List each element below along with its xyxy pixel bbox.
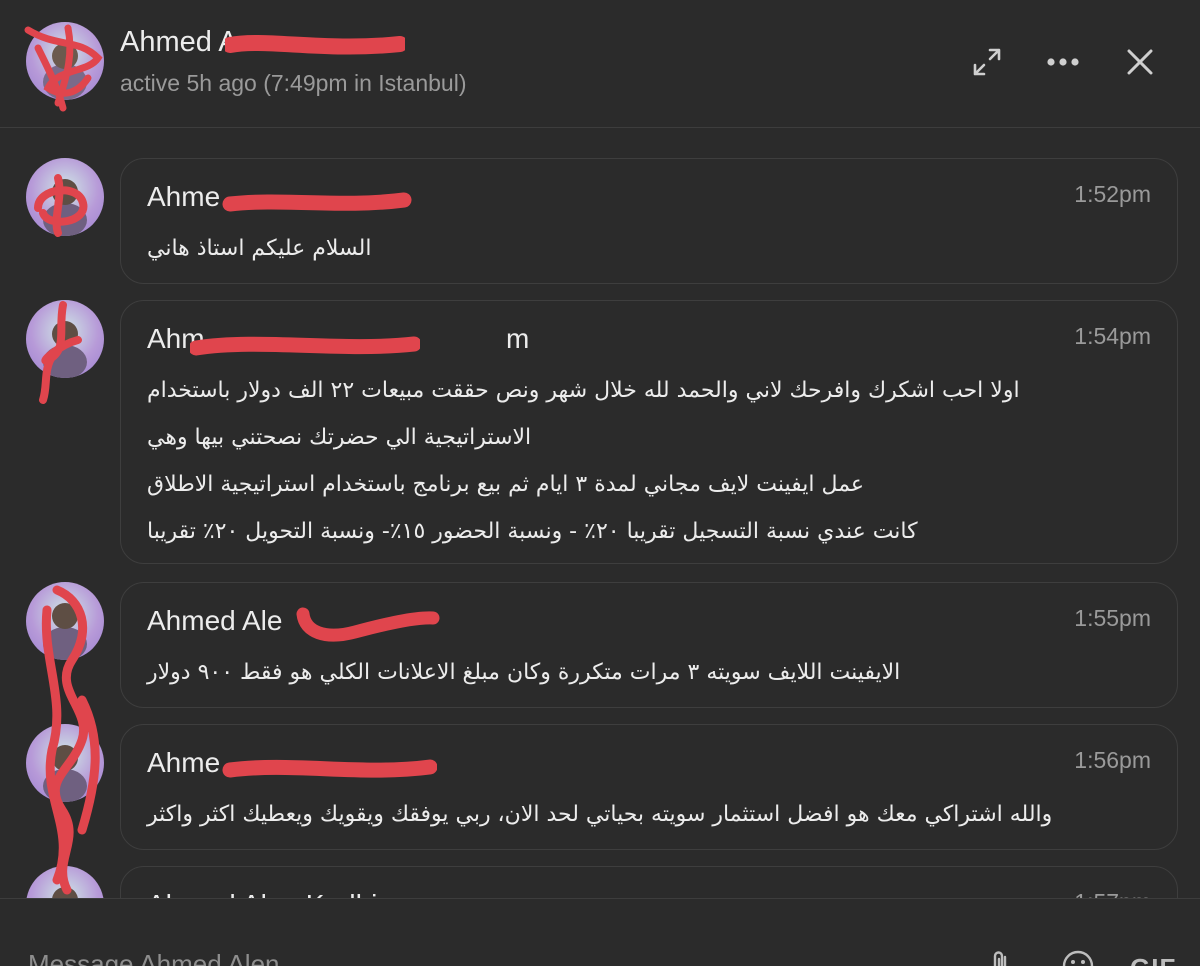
message-sender-tail: m — [506, 323, 530, 354]
message-time: 1:54pm — [1074, 323, 1151, 349]
message-composer: GIF — [0, 898, 1200, 966]
message-bubble: Ahm m 1:54pm اولا احب اشكرك وافرحك لاني … — [120, 300, 1178, 564]
avatar[interactable] — [26, 582, 104, 660]
emoji-icon — [1062, 950, 1094, 966]
chat-window: Ahmed A active 5h ago (7:49pm in Istanbu… — [0, 0, 1200, 966]
close-icon — [1127, 49, 1153, 75]
message-line: الاستراتيجية الي حضرتك نصحتني بيها وهي — [147, 425, 532, 450]
message-time: 1:55pm — [1074, 605, 1151, 631]
message-text: والله اشتراكي معك هو افضل استثمار سويته … — [147, 791, 1151, 838]
message-list[interactable]: Ahme 1:52pm السلام عليكم استاذ هاني Ahm … — [0, 128, 1200, 898]
more-horizontal-icon — [1047, 58, 1079, 66]
message-line: عمل ايفينت لايف مجاني لمدة ٣ ايام ثم بيع… — [147, 472, 865, 497]
message-line: والله اشتراكي معك هو افضل استثمار سويته … — [147, 802, 1053, 827]
message-sender: Ahmed Ale — [147, 605, 283, 636]
message-bubble: Ahme 1:52pm السلام عليكم استاذ هاني — [120, 158, 1178, 284]
redaction-mark — [225, 34, 405, 55]
avatar-photo — [52, 887, 78, 898]
avatar-photo — [43, 745, 87, 802]
message-time: 1:52pm — [1074, 181, 1151, 207]
message-bubble: Ahmed Alen Kadhim 1:57pm — [120, 866, 1178, 898]
message-text: الايفينت اللايف سويته ٣ مرات متكررة وكان… — [147, 649, 1151, 696]
message-time: 1:56pm — [1074, 747, 1151, 773]
avatar-photo — [43, 603, 87, 660]
avatar-photo — [43, 43, 87, 100]
message-bubble: Ahmed Ale 1:55pm الايفينت اللايف سويته ٣… — [120, 582, 1178, 708]
avatar[interactable] — [26, 724, 104, 802]
close-button[interactable] — [1118, 40, 1162, 84]
message-sender: Ahmed Alen Kadhim — [147, 889, 401, 898]
message-bubble: Ahme 1:56pm والله اشتراكي معك هو افضل اس… — [120, 724, 1178, 850]
expand-button[interactable] — [965, 40, 1009, 84]
more-options-button[interactable] — [1041, 40, 1085, 84]
message-input[interactable] — [28, 949, 928, 966]
emoji-button[interactable] — [1060, 949, 1096, 966]
chat-header: Ahmed A active 5h ago (7:49pm in Istanbu… — [0, 0, 1200, 128]
paperclip-icon — [993, 951, 1007, 966]
message-text: اولا احب اشكرك وافرحك لاني والحمد لله خل… — [147, 367, 1151, 555]
avatar[interactable] — [26, 866, 104, 898]
message-line: اولا احب اشكرك وافرحك لاني والحمد لله خل… — [147, 378, 1020, 403]
message-sender: Ahme — [147, 181, 221, 212]
attach-button[interactable] — [983, 949, 1019, 966]
message-time: 1:57pm — [1074, 889, 1151, 898]
contact-status: active 5h ago (7:49pm in Istanbul) — [120, 70, 467, 96]
avatar-photo — [43, 179, 87, 236]
message-sender: Ahm — [147, 323, 205, 354]
avatar-photo — [43, 321, 87, 378]
contact-name: Ahmed A — [120, 26, 238, 58]
avatar[interactable] — [26, 158, 104, 236]
avatar[interactable] — [26, 300, 104, 378]
gif-button[interactable]: GIF — [1130, 953, 1176, 966]
message-line: كانت عندي نسبة التسجيل تقريبا ٢٠٪ - ونسب… — [147, 519, 918, 544]
avatar[interactable] — [26, 22, 104, 100]
message-text: السلام عليكم استاذ هاني — [147, 225, 1151, 272]
message-line: السلام عليكم استاذ هاني — [147, 236, 372, 261]
expand-icon — [973, 48, 1001, 76]
message-sender: Ahme — [147, 747, 221, 778]
message-line: الايفينت اللايف سويته ٣ مرات متكررة وكان… — [147, 660, 901, 685]
